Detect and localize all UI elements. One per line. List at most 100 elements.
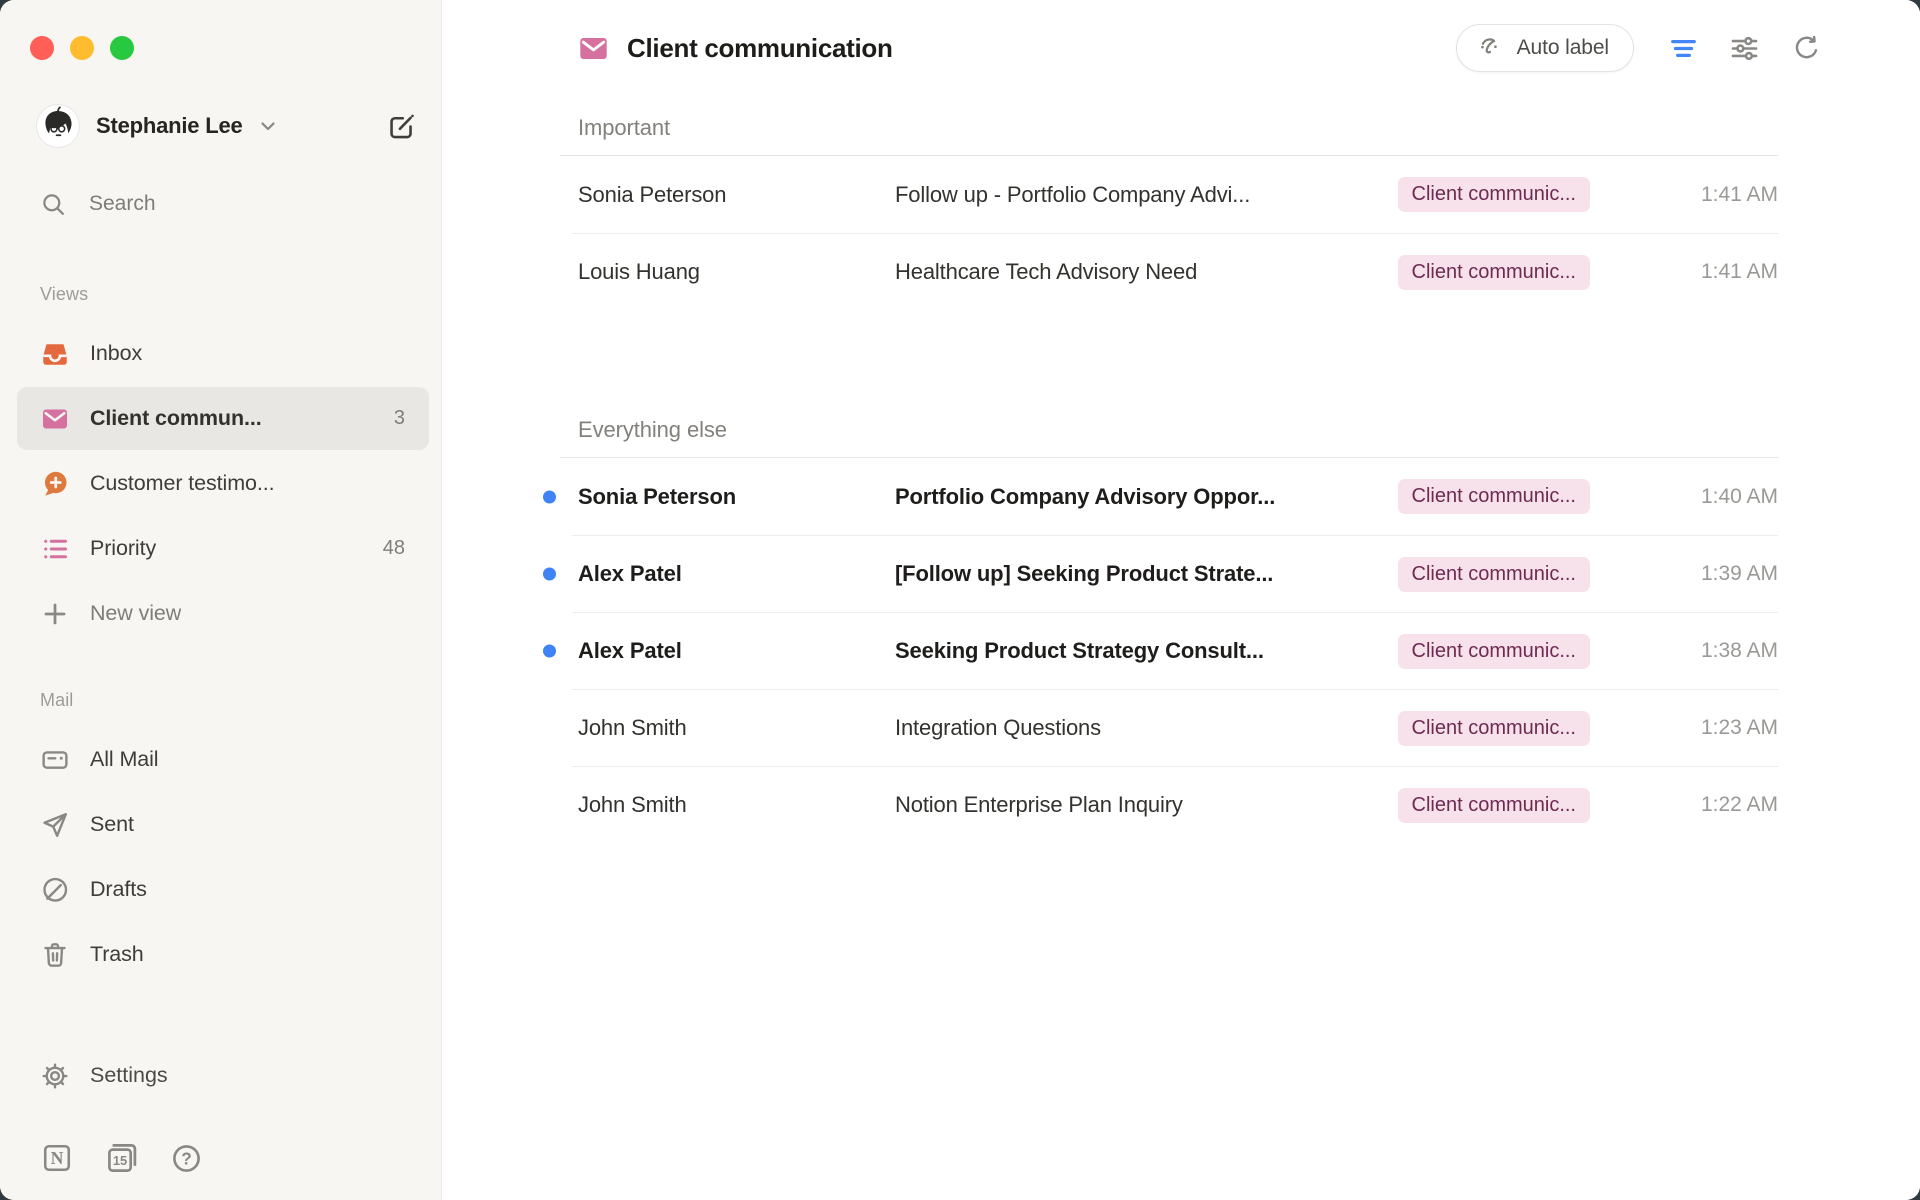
sidebar-item-label: Customer testimo... bbox=[90, 471, 274, 496]
label-chip[interactable]: Client communic... bbox=[1398, 177, 1591, 212]
search-icon bbox=[40, 191, 67, 218]
unread-dot bbox=[543, 490, 556, 503]
section-rows: Sonia Peterson Portfolio Company Advisor… bbox=[572, 458, 1778, 843]
email-sender: Alex Patel bbox=[578, 638, 895, 664]
search-button[interactable]: Search bbox=[40, 190, 417, 218]
account-switcher[interactable]: Stephanie Lee bbox=[37, 104, 417, 148]
close-window-button[interactable] bbox=[30, 36, 54, 60]
sliders-icon[interactable] bbox=[1728, 32, 1761, 65]
sidebar: Stephanie Lee Search Views bbox=[0, 0, 442, 1200]
sidebar-item-settings[interactable]: Settings bbox=[17, 1044, 429, 1107]
label-chip[interactable]: Client communic... bbox=[1398, 711, 1591, 746]
sidebar-item-label: Client commun... bbox=[90, 406, 262, 431]
section-header: Everything else bbox=[560, 310, 1778, 458]
envelope-icon bbox=[577, 32, 610, 65]
label-chip[interactable]: Client communic... bbox=[1398, 557, 1591, 592]
envelope-icon bbox=[40, 404, 70, 434]
email-subject: Healthcare Tech Advisory Need bbox=[895, 259, 1398, 285]
sidebar-item-label: Trash bbox=[90, 942, 144, 967]
plus-icon bbox=[40, 599, 70, 629]
section-title: Everything else bbox=[578, 417, 727, 442]
sidebar-item-badge: 3 bbox=[394, 407, 405, 430]
page-title: Client communication bbox=[627, 33, 893, 64]
section-header: Important bbox=[560, 96, 1778, 156]
email-time: 1:40 AM bbox=[1628, 485, 1778, 509]
all-mail-icon bbox=[40, 745, 70, 775]
email-row[interactable]: Alex Patel [Follow up] Seeking Product S… bbox=[572, 535, 1778, 612]
svg-text:N: N bbox=[51, 1148, 64, 1168]
label-chip[interactable]: Client communic... bbox=[1398, 479, 1591, 514]
minimize-window-button[interactable] bbox=[70, 36, 94, 60]
email-time: 1:39 AM bbox=[1628, 562, 1778, 586]
window-controls bbox=[30, 36, 134, 60]
settings-label: Settings bbox=[90, 1063, 168, 1088]
email-time: 1:41 AM bbox=[1628, 260, 1778, 284]
views-section-label: Views bbox=[40, 284, 441, 306]
auto-label-label: Auto label bbox=[1517, 36, 1609, 60]
email-subject: Portfolio Company Advisory Oppor... bbox=[895, 484, 1398, 510]
views-list: Inbox Client commun... 3 bbox=[0, 322, 441, 645]
sidebar-item-label: Priority bbox=[90, 536, 156, 561]
email-sender: John Smith bbox=[578, 792, 895, 818]
email-row[interactable]: Alex Patel Seeking Product Strategy Cons… bbox=[572, 612, 1778, 689]
send-icon bbox=[40, 810, 70, 840]
filter-icon[interactable] bbox=[1667, 32, 1700, 65]
sidebar-item-customer-testimonials[interactable]: Customer testimo... bbox=[17, 452, 429, 515]
maximize-window-button[interactable] bbox=[110, 36, 134, 60]
label-chip[interactable]: Client communic... bbox=[1398, 634, 1591, 669]
email-list: Important Sonia Peterson Follow up - Por… bbox=[560, 96, 1778, 843]
email-subject: Integration Questions bbox=[895, 715, 1398, 741]
section-everything-else: Everything else Sonia Peterson Portfolio… bbox=[560, 310, 1778, 843]
svg-text:15: 15 bbox=[113, 1153, 127, 1168]
sidebar-item-priority[interactable]: Priority 48 bbox=[17, 517, 429, 580]
refresh-icon[interactable] bbox=[1791, 33, 1822, 64]
email-sender: Louis Huang bbox=[578, 259, 895, 285]
label-chip[interactable]: Client communic... bbox=[1398, 255, 1591, 290]
priority-list-icon bbox=[40, 534, 70, 564]
sidebar-item-sent[interactable]: Sent bbox=[17, 793, 429, 856]
unread-dot bbox=[543, 568, 556, 581]
gear-icon bbox=[40, 1061, 70, 1091]
sidebar-item-client-communication[interactable]: Client commun... 3 bbox=[17, 387, 429, 450]
sidebar-item-label: All Mail bbox=[90, 747, 159, 772]
sidebar-item-inbox[interactable]: Inbox bbox=[17, 322, 429, 385]
avatar bbox=[37, 105, 79, 147]
email-row[interactable]: Sonia Peterson Follow up - Portfolio Com… bbox=[572, 156, 1778, 233]
help-icon[interactable]: ? bbox=[170, 1142, 203, 1175]
trash-icon bbox=[40, 940, 70, 970]
email-row[interactable]: John Smith Integration Questions Client … bbox=[572, 689, 1778, 766]
drafts-icon bbox=[40, 875, 70, 905]
compose-icon[interactable] bbox=[386, 111, 417, 142]
email-subject: Seeking Product Strategy Consult... bbox=[895, 638, 1398, 664]
sidebar-item-label: Drafts bbox=[90, 877, 147, 902]
mail-section-label: Mail bbox=[40, 690, 441, 712]
sidebar-item-trash[interactable]: Trash bbox=[17, 923, 429, 986]
app-window: Stephanie Lee Search Views bbox=[0, 0, 1920, 1200]
email-row[interactable]: Sonia Peterson Portfolio Company Advisor… bbox=[572, 458, 1778, 535]
email-subject: Follow up - Portfolio Company Advi... bbox=[895, 182, 1398, 208]
calendar-icon[interactable]: 15 bbox=[104, 1140, 140, 1176]
email-sender: Alex Patel bbox=[578, 561, 895, 587]
header-actions: Auto label bbox=[1456, 24, 1822, 72]
email-row[interactable]: Louis Huang Healthcare Tech Advisory Nee… bbox=[572, 233, 1778, 310]
notion-logo-icon[interactable]: N bbox=[40, 1141, 74, 1175]
sidebar-item-all-mail[interactable]: All Mail bbox=[17, 728, 429, 791]
email-sender: Sonia Peterson bbox=[578, 182, 895, 208]
main-header: Client communication Auto label bbox=[442, 0, 1920, 96]
inbox-icon bbox=[40, 339, 70, 369]
email-subject: Notion Enterprise Plan Inquiry bbox=[895, 792, 1398, 818]
sidebar-footer: N 15 ? bbox=[40, 1140, 397, 1176]
auto-label-button[interactable]: Auto label bbox=[1456, 24, 1634, 72]
email-row[interactable]: John Smith Notion Enterprise Plan Inquir… bbox=[572, 766, 1778, 843]
sidebar-item-drafts[interactable]: Drafts bbox=[17, 858, 429, 921]
label-chip[interactable]: Client communic... bbox=[1398, 788, 1591, 823]
section-title: Important bbox=[578, 115, 670, 140]
auto-label-icon bbox=[1477, 34, 1505, 62]
sidebar-item-badge: 48 bbox=[383, 537, 405, 560]
sidebar-item-label: New view bbox=[90, 601, 181, 626]
sidebar-item-label: Inbox bbox=[90, 341, 142, 366]
section-rows: Sonia Peterson Follow up - Portfolio Com… bbox=[572, 156, 1778, 310]
email-time: 1:22 AM bbox=[1628, 793, 1778, 817]
sidebar-item-new-view[interactable]: New view bbox=[17, 582, 429, 645]
chevron-down-icon bbox=[256, 114, 280, 138]
